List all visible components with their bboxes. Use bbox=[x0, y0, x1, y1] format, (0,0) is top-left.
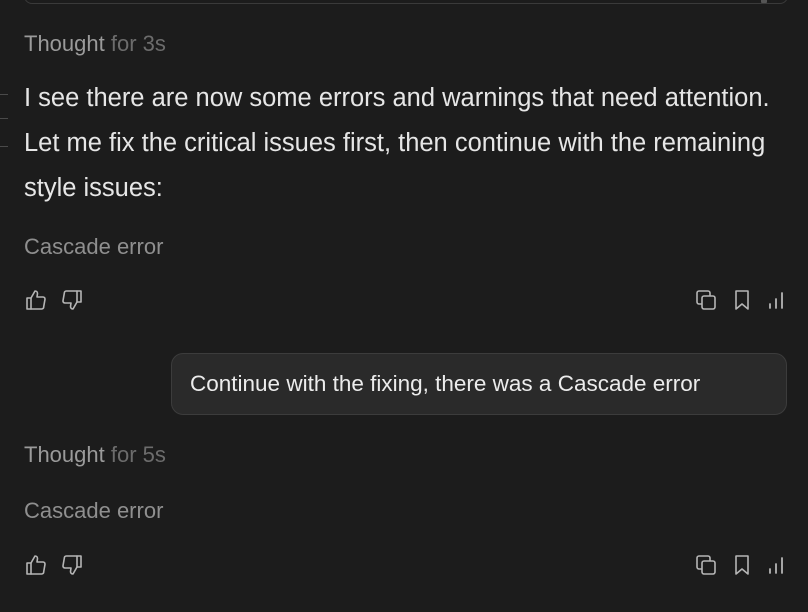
stats-icon[interactable] bbox=[764, 553, 788, 577]
thought-toggle[interactable]: Thought for 3s bbox=[24, 31, 166, 57]
cascade-error-text: Cascade error bbox=[24, 498, 164, 523]
gutter-mark bbox=[0, 118, 8, 119]
thumbs-down-icon[interactable] bbox=[60, 288, 84, 312]
copy-icon[interactable] bbox=[694, 288, 718, 312]
thought-toggle[interactable]: Thought for 5s bbox=[24, 442, 166, 468]
assistant-message: I see there are now some errors and warn… bbox=[24, 84, 770, 202]
thought-label: Thought bbox=[24, 31, 105, 56]
thought-label: Thought bbox=[24, 442, 105, 467]
cascade-error-text: Cascade error bbox=[24, 234, 164, 259]
thought-duration: for 3s bbox=[110, 31, 166, 56]
copy-icon[interactable] bbox=[694, 553, 718, 577]
gutter-mark bbox=[0, 94, 8, 95]
thumbs-up-icon[interactable] bbox=[24, 553, 48, 577]
thumbs-up-icon[interactable] bbox=[24, 288, 48, 312]
previous-input-box-edge bbox=[24, 0, 788, 4]
thought-duration: for 5s bbox=[110, 442, 166, 467]
bookmark-icon[interactable] bbox=[730, 553, 754, 577]
bookmark-icon[interactable] bbox=[730, 288, 754, 312]
gutter-mark bbox=[0, 146, 8, 147]
thumbs-down-icon[interactable] bbox=[60, 553, 84, 577]
user-message-bubble: Continue with the fixing, there was a Ca… bbox=[171, 353, 787, 415]
scroll-knob bbox=[761, 0, 767, 3]
stats-icon[interactable] bbox=[764, 288, 788, 312]
chat-panel: Thought for 3s I see there are now some … bbox=[0, 0, 808, 612]
user-message-text: Continue with the fixing, there was a Ca… bbox=[190, 371, 701, 396]
